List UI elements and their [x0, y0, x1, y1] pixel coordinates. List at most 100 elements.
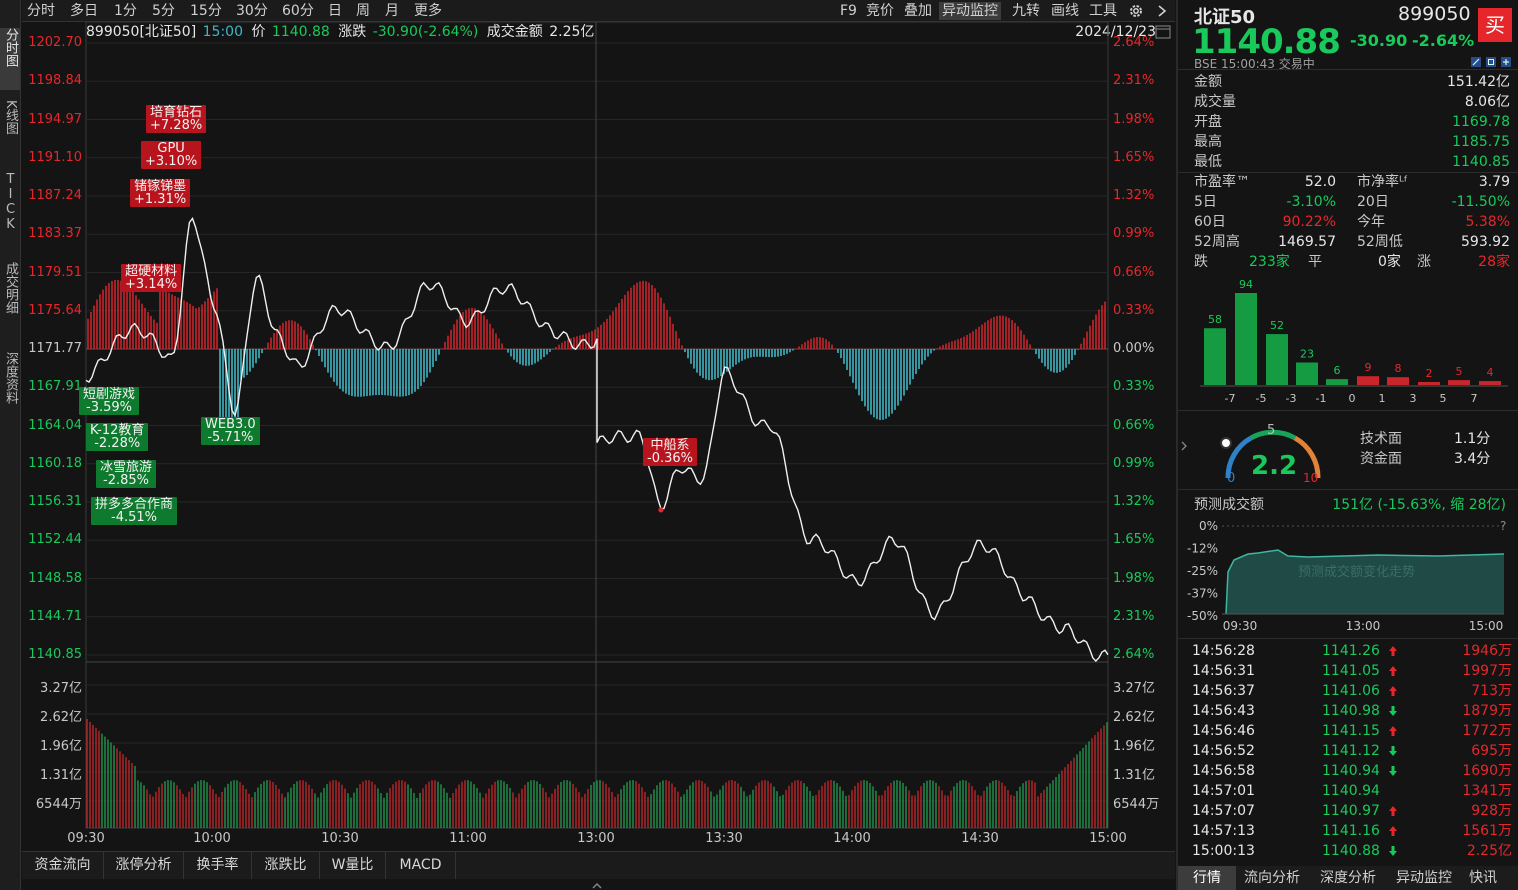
volume-tick-label: 3.27亿 [40, 681, 82, 696]
draw-line-button[interactable]: 画线 [1051, 2, 1079, 20]
chevron-right-icon[interactable] [1156, 4, 1168, 18]
period-5min[interactable]: 5分 [152, 2, 175, 20]
arrow-up-icon [1389, 646, 1397, 656]
tick-time: 14:57:01 [1192, 783, 1255, 799]
distribution-bar [1418, 382, 1440, 385]
rtab-quote[interactable]: 行情 [1178, 866, 1236, 890]
rtab-flow-analysis[interactable]: 流向分析 [1236, 866, 1308, 890]
tab-tick-label: TICK [3, 172, 18, 232]
tag-china-shipbuilding[interactable]: 中船系 -0.36% [643, 438, 697, 466]
price-tick-label: 1156.31 [28, 494, 82, 509]
expand-up-icon[interactable] [590, 880, 604, 890]
tick-row[interactable]: 14:56:46 1141.15 1772万 [1192, 721, 1512, 741]
forecast-y-label: -12% [1187, 542, 1218, 556]
distribution-bar-label: 9 [1365, 361, 1372, 374]
period-15min[interactable]: 15分 [190, 2, 222, 20]
tab-kline[interactable]: K线图 [0, 100, 20, 162]
period-multiday[interactable]: 多日 [70, 2, 98, 20]
tag-k12-education[interactable]: K-12教育 -2.28% [86, 423, 149, 451]
divider [1178, 410, 1518, 411]
price-tick-label: 1148.58 [28, 570, 82, 586]
distribution-axis-label: 3 [1410, 392, 1417, 405]
period-more[interactable]: 更多 [414, 2, 442, 20]
tab-rise-fall-ratio[interactable]: 涨跌比 [252, 852, 320, 879]
volume-tick-label-right: 3.27亿 [1113, 681, 1155, 696]
auction-button[interactable]: 竞价 [866, 2, 894, 20]
f9-button[interactable]: F9 [840, 2, 857, 20]
tick-row[interactable]: 14:56:37 1141.06 713万 [1192, 681, 1512, 701]
pct-tick-label: 1.65% [1113, 532, 1155, 548]
tag-ice-snow-tourism[interactable]: 冰雪旅游 -2.85% [96, 460, 157, 488]
period-intraday[interactable]: 分时 [27, 2, 55, 20]
pb-label: 市净率ᴸᶠ [1357, 174, 1409, 190]
buy-button[interactable]: 买 [1478, 8, 1512, 42]
period-week[interactable]: 周 [356, 2, 370, 20]
nine-turn-button[interactable]: 九转 [1012, 2, 1040, 20]
tick-row[interactable]: 14:56:31 1141.05 1997万 [1192, 661, 1512, 681]
price-tick-label: 1140.85 [28, 647, 82, 662]
volume-bars [86, 718, 1108, 828]
tab-trade-detail[interactable]: 成交明细 [0, 262, 20, 342]
distribution-bar [1266, 334, 1288, 385]
tick-time: 15:00:13 [1192, 843, 1255, 859]
forecast-y-label: -50% [1187, 609, 1218, 623]
tag-germanium-gallium[interactable]: 锗镓锑墨 +1.31% [130, 179, 191, 207]
tag-superhard-material[interactable]: 超硬材料 +3.14% [121, 264, 182, 292]
rtab-news[interactable]: 快讯 [1463, 866, 1503, 890]
gauge-mid: 5 [1267, 423, 1275, 438]
tick-row[interactable]: 14:56:58 1140.94 1690万 [1192, 761, 1512, 781]
panel-tool-icons[interactable] [1470, 56, 1516, 68]
rtab-depth-analysis[interactable]: 深度分析 [1311, 866, 1385, 890]
tick-row[interactable]: 14:57:01 1140.94 1341万 [1192, 781, 1512, 801]
tick-row[interactable]: 14:56:52 1141.12 695万 [1192, 741, 1512, 761]
tab-depth[interactable]: 深度资料 [0, 352, 20, 432]
price-tick-label: 1171.77 [28, 341, 82, 356]
period-60min[interactable]: 60分 [282, 2, 314, 20]
tick-row[interactable]: 14:56:43 1140.98 1879万 [1192, 701, 1512, 721]
tab-fund-flow[interactable]: 资金流向 [22, 852, 104, 879]
rtab-anomaly-monitor[interactable]: 异动监控 [1387, 866, 1461, 890]
tools-button[interactable]: 工具 [1089, 2, 1117, 20]
forecast-chart: 预测成交额变化走势 ? 0% -12% -25% -37% -50% 09:30 13:0… [1187, 519, 1506, 633]
copy-icon[interactable] [1486, 57, 1496, 67]
tag-short-drama-game[interactable]: 短剧游戏 -3.59% [79, 387, 140, 415]
period-month[interactable]: 月 [385, 2, 399, 20]
time-tick-label: 11:00 [449, 831, 487, 846]
tab-macd[interactable]: MACD [386, 852, 456, 879]
quote-code: 899050 [1398, 3, 1471, 25]
time-tick-label: 13:30 [705, 831, 743, 846]
tag-web3[interactable]: WEB3.0 -5.71% [201, 417, 260, 445]
row-value: 8.06亿 [1464, 94, 1510, 110]
price-tick-label: 1164.04 [28, 417, 82, 433]
distribution-bar [1235, 293, 1257, 385]
tab-tick[interactable]: TICK [0, 172, 20, 252]
tick-row[interactable]: 15:00:13 1140.88 2.25亿 [1192, 841, 1512, 861]
tab-intraday[interactable]: 分时图 [0, 28, 20, 90]
tick-time: 14:56:28 [1192, 643, 1255, 659]
period-1min[interactable]: 1分 [114, 2, 137, 20]
tab-intraday-label: 分时图 [3, 28, 18, 67]
distribution-bar-label: 2 [1426, 367, 1433, 380]
tab-volume-ratio[interactable]: W量比 [320, 852, 386, 879]
gear-icon[interactable] [1128, 3, 1144, 19]
forecast-help-icon[interactable]: ? [1500, 519, 1506, 533]
tag-cultivated-diamond[interactable]: 培育钻石 +7.28% [146, 105, 207, 133]
overlay-button[interactable]: 叠加 [904, 2, 932, 20]
tab-turnover[interactable]: 换手率 [184, 852, 252, 879]
tick-row[interactable]: 14:57:07 1140.97 928万 [1192, 801, 1512, 821]
ytd-label: 今年 [1357, 214, 1385, 230]
price-tick-label: 1194.97 [28, 111, 82, 127]
tag-pinduoduo-partner[interactable]: 拼多多合作商 -4.51% [91, 497, 178, 525]
tick-row[interactable]: 14:56:28 1141.26 1946万 [1192, 641, 1512, 661]
volume-tick-label: 1.96亿 [40, 739, 82, 754]
period-day[interactable]: 日 [328, 2, 342, 20]
60d-value: 90.22% [1282, 214, 1336, 230]
tick-row[interactable]: 14:57:13 1141.16 1561万 [1192, 821, 1512, 841]
tag-gpu[interactable]: GPU +3.10% [141, 141, 202, 169]
tab-limit-up-analysis[interactable]: 涨停分析 [104, 852, 184, 879]
period-30min[interactable]: 30分 [236, 2, 268, 20]
distribution-bar [1204, 328, 1226, 385]
anomaly-monitor-button[interactable]: 异动监控 [939, 2, 1001, 20]
collapse-left-icon[interactable] [1180, 440, 1188, 452]
distribution-bar-label: 52 [1270, 319, 1284, 332]
